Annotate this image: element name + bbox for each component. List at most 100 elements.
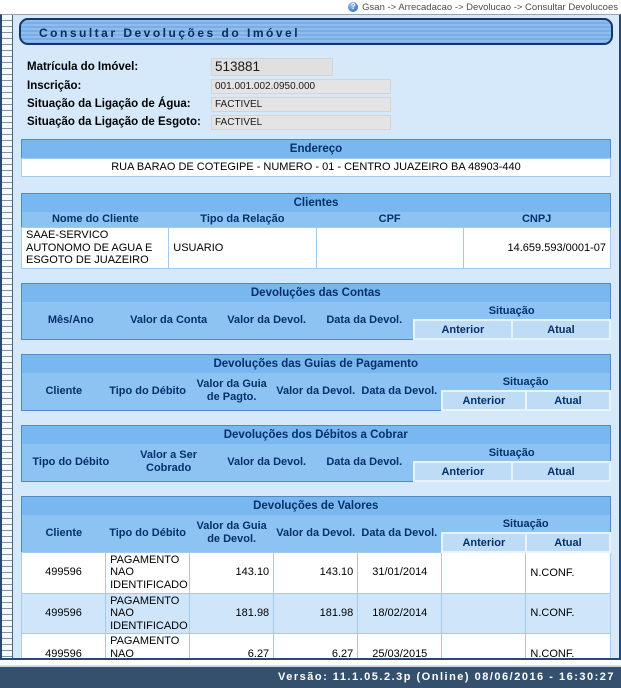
column-header-anterior: Anterior xyxy=(414,320,512,339)
table-cell: 31/01/2014 xyxy=(358,552,442,593)
devolucoes-valores-table-wrap: Devoluções de ValoresClienteTipo do Débi… xyxy=(21,496,611,658)
main-frame: Consultar Devoluções do Imóvel Matrícula… xyxy=(0,14,621,660)
table-row: 499596PAGAMENTO NAO IDENTIFICADO6.276.27… xyxy=(22,634,611,658)
table-row: SAAE-SERVICO AUTONOMO DE AGUA E ESGOTO D… xyxy=(22,228,611,269)
situacao-group-header: Situação xyxy=(442,515,610,533)
table-cell: 181.98 xyxy=(190,593,274,634)
section-title: Endereço xyxy=(22,140,611,159)
column-header: Cliente xyxy=(22,515,106,552)
column-header: Data da Devol. xyxy=(316,302,414,339)
help-icon[interactable]: ? xyxy=(348,2,358,12)
debitos-table: Devoluções dos Débitos a CobrarTipo do D… xyxy=(21,425,611,482)
column-header-anterior: Anterior xyxy=(442,391,526,410)
table-cell: 181.98 xyxy=(274,593,358,634)
version-footer: Versão: 11.1.05.2.3p (Online) 08/06/2016… xyxy=(0,666,621,688)
column-header: Valor da Devol. xyxy=(218,302,316,339)
situacao-group-header: Situação xyxy=(414,302,610,320)
form-row-esgoto: Situação da Ligação de Esgoto: FACTIVEL xyxy=(27,113,613,131)
breadcrumb: ? Gsan -> Arrecadacao -> Devolucao -> Co… xyxy=(0,0,621,14)
table-cell xyxy=(442,593,526,634)
column-header: Valor a Ser Cobrado xyxy=(120,444,218,481)
matricula-field[interactable]: 513881 xyxy=(211,58,333,76)
property-form: Matrícula do Imóvel: 513881 Inscrição: 0… xyxy=(27,57,613,131)
left-grip-strip xyxy=(2,15,13,658)
column-header: Valor da Devol. xyxy=(274,515,358,552)
column-header: Valor da Guia de Pagto. xyxy=(190,373,274,410)
table-cell: RUA BARAO DE COTEGIPE - NUMERO - 01 - CE… xyxy=(22,159,611,177)
section-title: Devoluções dos Débitos a Cobrar xyxy=(22,426,611,445)
table-cell: PAGAMENTO NAO IDENTIFICADO xyxy=(106,634,190,658)
table-cell: 6.27 xyxy=(190,634,274,658)
section-title: Devoluções das Contas xyxy=(22,284,611,303)
table-cell: 18/02/2014 xyxy=(358,593,442,634)
table-cell xyxy=(442,634,526,658)
column-header: Tipo da Relação xyxy=(169,212,316,228)
situacao-esgoto-field[interactable]: FACTIVEL xyxy=(211,115,391,130)
devolucoes-contas-table-wrap: Devoluções das ContasMês/AnoValor da Con… xyxy=(21,283,611,340)
table-cell: N.CONF. xyxy=(526,593,610,634)
inscricao-field[interactable]: 001.001.002.0950.000 xyxy=(211,79,391,94)
column-header: Tipo do Débito xyxy=(22,444,120,481)
table-cell: PAGAMENTO NAO IDENTIFICADO xyxy=(106,552,190,593)
inscricao-label: Inscrição: xyxy=(27,80,211,92)
column-header: Tipo do Débito xyxy=(106,515,190,552)
column-header: Nome do Cliente xyxy=(22,212,169,228)
page-title: Consultar Devoluções do Imóvel xyxy=(19,18,613,45)
column-header: Valor da Conta xyxy=(120,302,218,339)
clientes-table: ClientesNome do ClienteTipo da RelaçãoCP… xyxy=(21,193,611,269)
table-cell: SAAE-SERVICO AUTONOMO DE AGUA E ESGOTO D… xyxy=(22,228,169,269)
devolucoes-guias-table-wrap: Devoluções das Guias de PagamentoCliente… xyxy=(21,354,611,411)
table-row: 499596PAGAMENTO NAO IDENTIFICADO181.9818… xyxy=(22,593,611,634)
table-cell: USUARIO xyxy=(169,228,316,269)
column-header: Valor da Devol. xyxy=(218,444,316,481)
table-cell: N.CONF. xyxy=(526,634,610,658)
form-row-agua: Situação da Ligação de Água: FACTIVEL xyxy=(27,95,613,113)
table-row: 499596PAGAMENTO NAO IDENTIFICADO143.1014… xyxy=(22,552,611,593)
column-header-atual: Atual xyxy=(512,320,610,339)
column-header-atual: Atual xyxy=(526,533,610,552)
situacao-group-header: Situação xyxy=(442,373,610,391)
table-cell: 499596 xyxy=(22,634,106,658)
column-header: Valor da Guia de Devol. xyxy=(190,515,274,552)
column-header: CNPJ xyxy=(463,212,610,228)
table-cell: 6.27 xyxy=(274,634,358,658)
situacao-esgoto-label: Situação da Ligação de Esgoto: xyxy=(27,116,211,128)
matricula-label: Matrícula do Imóvel: xyxy=(27,61,211,73)
table-cell: 143.10 xyxy=(190,552,274,593)
valores-table: Devoluções de ValoresClienteTipo do Débi… xyxy=(21,496,611,658)
section-title: Devoluções de Valores xyxy=(22,497,611,516)
breadcrumb-text: Gsan -> Arrecadacao -> Devolucao -> Cons… xyxy=(362,2,618,13)
table-cell xyxy=(316,228,463,269)
content-area: Consultar Devoluções do Imóvel Matrícula… xyxy=(13,15,619,658)
table-cell: PAGAMENTO NAO IDENTIFICADO xyxy=(106,593,190,634)
situacao-group-header: Situação xyxy=(414,444,610,462)
column-header: Mês/Ano xyxy=(22,302,120,339)
column-header-anterior: Anterior xyxy=(414,462,512,481)
table-cell: 25/03/2015 xyxy=(358,634,442,658)
table-cell: 143.10 xyxy=(274,552,358,593)
table-cell: 499596 xyxy=(22,593,106,634)
clientes-table-wrap: ClientesNome do ClienteTipo da RelaçãoCP… xyxy=(21,193,611,269)
endereco-table-wrap: EndereçoRUA BARAO DE COTEGIPE - NUMERO -… xyxy=(21,139,611,177)
table-cell: 14.659.593/0001-07 xyxy=(463,228,610,269)
column-header-anterior: Anterior xyxy=(442,533,526,552)
table-cell: N.CONF. xyxy=(526,552,610,593)
column-header-atual: Atual xyxy=(526,391,610,410)
column-header: Tipo do Débito xyxy=(106,373,190,410)
table-cell: 499596 xyxy=(22,552,106,593)
situacao-agua-field[interactable]: FACTIVEL xyxy=(211,97,391,112)
devolucoes-debitos-table-wrap: Devoluções dos Débitos a CobrarTipo do D… xyxy=(21,425,611,482)
column-header: CPF xyxy=(316,212,463,228)
table-cell xyxy=(442,552,526,593)
form-row-matricula: Matrícula do Imóvel: 513881 xyxy=(27,57,613,77)
column-header: Data da Devol. xyxy=(358,515,442,552)
guias-table: Devoluções das Guias de PagamentoCliente… xyxy=(21,354,611,411)
column-header: Data da Devol. xyxy=(316,444,414,481)
contas-table: Devoluções das ContasMês/AnoValor da Con… xyxy=(21,283,611,340)
situacao-agua-label: Situação da Ligação de Água: xyxy=(27,98,211,110)
column-header: Cliente xyxy=(22,373,106,410)
form-row-inscricao: Inscrição: 001.001.002.0950.000 xyxy=(27,77,613,95)
table-row: RUA BARAO DE COTEGIPE - NUMERO - 01 - CE… xyxy=(22,159,611,177)
section-title: Clientes xyxy=(22,194,611,213)
column-header: Valor da Devol. xyxy=(274,373,358,410)
